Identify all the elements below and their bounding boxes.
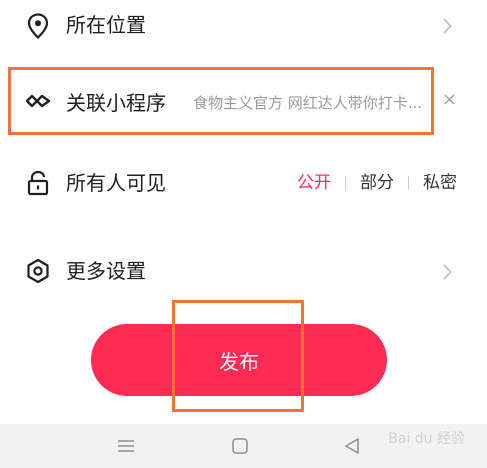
highlight-box-publish bbox=[172, 300, 304, 412]
close-icon[interactable]: × bbox=[442, 90, 457, 110]
visibility-options: 公开 部分 私密 bbox=[297, 173, 457, 193]
more-settings-row[interactable]: 更多设置 bbox=[0, 248, 487, 294]
location-label: 所在位置 bbox=[66, 13, 146, 37]
visibility-option-public[interactable]: 公开 bbox=[297, 173, 331, 193]
visibility-row: 所有人可见 公开 部分 私密 bbox=[0, 160, 487, 206]
divider bbox=[345, 176, 346, 190]
location-row[interactable]: 所在位置 bbox=[0, 0, 487, 52]
lock-icon bbox=[24, 169, 52, 197]
chevron-right-icon bbox=[443, 18, 452, 34]
chevron-right-icon bbox=[443, 264, 452, 280]
menu-icon[interactable] bbox=[114, 434, 138, 458]
back-triangle-icon[interactable] bbox=[340, 434, 364, 458]
visibility-option-partial[interactable]: 部分 bbox=[360, 173, 394, 193]
home-icon[interactable] bbox=[228, 434, 252, 458]
divider bbox=[408, 176, 409, 190]
visibility-label: 所有人可见 bbox=[66, 171, 166, 195]
visibility-option-private[interactable]: 私密 bbox=[423, 173, 457, 193]
hexagon-settings-icon bbox=[24, 257, 52, 285]
more-settings-label: 更多设置 bbox=[66, 259, 146, 283]
highlight-box-mini-program bbox=[8, 67, 434, 135]
watermark-text: Bai du 经验 bbox=[388, 431, 465, 447]
location-pin-icon bbox=[24, 12, 52, 40]
